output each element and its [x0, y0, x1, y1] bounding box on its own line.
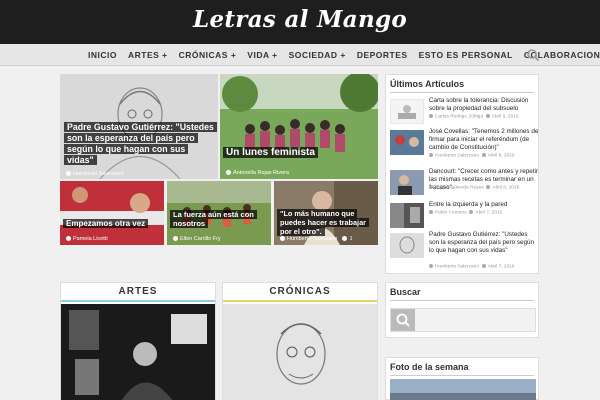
latest-article-item[interactable]: Padre Gustavo Gutiérrez: "Ustedes son la… — [390, 231, 539, 269]
latest-article-item[interactable]: Entre la izquierda y la pared Pablo Cent… — [390, 201, 538, 231]
featured-title[interactable]: "Lo más humano que puedes hacer es traba… — [277, 209, 377, 237]
article-title[interactable]: Entre la izquierda y la pared — [429, 201, 539, 209]
user-icon — [226, 170, 231, 176]
nav-item-artes[interactable]: ARTES + — [128, 50, 168, 60]
user-icon — [429, 114, 433, 118]
article-meta: Carlos Valverde Reyes Abril 8, 2016 — [429, 185, 519, 190]
user-icon — [66, 171, 71, 177]
featured-title[interactable]: Un lunes feminista — [223, 147, 375, 160]
cronicas-image[interactable] — [223, 304, 377, 400]
featured-title[interactable]: La fuerza aún está con nosotros — [170, 210, 270, 229]
category-title[interactable]: ARTES — [61, 286, 215, 297]
featured-article-small-1[interactable]: Empezamos otra vez Pamela Licetti — [60, 181, 164, 245]
featured-author: Antonella Rojas Rivera — [226, 170, 289, 176]
user-icon — [173, 236, 178, 242]
group-photo-image — [220, 74, 378, 179]
search-widget: Buscar — [385, 282, 539, 338]
widget-title: Últimos Artículos — [390, 79, 465, 89]
category-accent-line — [223, 300, 377, 302]
article-title[interactable]: José Covellas: "Tenemos 2 millones de fi… — [429, 128, 539, 153]
featured-author: Humberto Salerzano — [66, 171, 123, 177]
nav-item-esto-es-personal[interactable]: ESTO ES PERSONAL — [419, 50, 513, 60]
featured-article-small-2[interactable]: La fuerza aún está con nosotros Ellen Ca… — [167, 181, 271, 245]
featured-article-main-1[interactable]: Padre Gustavo Gutiérrez: "Ustedes son la… — [60, 74, 218, 179]
user-icon — [429, 210, 433, 214]
photo-of-week-widget: Foto de la semana — [385, 357, 539, 400]
nav-item-cronicas[interactable]: CRÓNICAS + — [179, 50, 237, 60]
clock-icon — [486, 185, 491, 189]
divider — [390, 300, 534, 301]
featured-title[interactable]: Empezamos otra vez — [63, 219, 163, 229]
artes-image[interactable] — [61, 304, 215, 400]
article-title[interactable]: Padre Gustavo Gutiérrez: "Ustedes son la… — [429, 231, 539, 256]
article-thumbnail — [390, 203, 424, 228]
comment-icon — [342, 236, 348, 242]
search-button[interactable] — [391, 309, 415, 331]
featured-author: Ellen Carrillo Fry — [173, 236, 221, 242]
clock-icon — [481, 153, 486, 157]
article-thumbnail — [390, 130, 424, 155]
nav-item-vida[interactable]: VIDA + — [247, 50, 277, 60]
latest-article-item[interactable]: Dancourt: "Crecer como antes y repetir l… — [390, 168, 538, 198]
featured-author: Humberto Salerzano 1 — [280, 236, 353, 242]
user-icon — [429, 185, 433, 189]
featured-title[interactable]: Padre Gustavo Gutiérrez: "Ustedes son la… — [64, 122, 217, 166]
user-icon — [280, 236, 285, 242]
nav-item-sociedad[interactable]: SOCIEDAD + — [289, 50, 346, 60]
widget-title: Foto de la semana — [390, 362, 469, 372]
site-header: Letras al Mango — [0, 0, 600, 44]
clock-icon — [485, 114, 490, 118]
category-title[interactable]: CRÓNICAS — [223, 286, 377, 297]
search-icon[interactable] — [526, 48, 540, 62]
divider — [390, 375, 534, 376]
nav-item-inicio[interactable]: INICIO — [88, 50, 117, 60]
divider — [390, 92, 534, 93]
widget-title: Buscar — [390, 287, 421, 297]
article-thumbnail — [390, 99, 424, 124]
clock-icon — [469, 210, 474, 214]
category-artes: ARTES — [60, 282, 216, 400]
article-meta: Carlos Rodrigo Zúñiga Abril 9, 2016 — [429, 114, 519, 119]
main-nav: INICIO ARTES + CRÓNICAS + VIDA + SOCIEDA… — [0, 44, 600, 66]
article-thumbnail — [390, 170, 424, 195]
search-input[interactable] — [390, 308, 536, 332]
category-accent-line — [61, 300, 215, 302]
photo-of-week-image[interactable] — [390, 379, 536, 400]
user-icon — [66, 236, 71, 242]
latest-article-item[interactable]: Carta sobre la tolerancia: Discusión sob… — [390, 97, 538, 127]
featured-article-main-2[interactable]: Un lunes feminista Antonella Rojas River… — [220, 74, 378, 179]
user-icon — [429, 153, 433, 157]
site-logo[interactable]: Letras al Mango — [0, 6, 600, 33]
article-meta: Humberto Salerzano Abril 8, 2016 — [429, 153, 515, 158]
user-icon — [429, 264, 433, 268]
latest-article-item[interactable]: José Covellas: "Tenemos 2 millones de fi… — [390, 128, 538, 158]
article-thumbnail — [390, 233, 424, 258]
comment-count: 1 — [349, 236, 353, 242]
article-meta: Pablo Centeno Abril 7, 2016 — [429, 210, 502, 215]
featured-article-small-3[interactable]: "Lo más humano que puedes hacer es traba… — [274, 181, 378, 245]
latest-articles-widget: Últimos Artículos Carta sobre la toleran… — [385, 74, 539, 274]
nav-item-deportes[interactable]: DEPORTES — [357, 50, 408, 60]
category-cronicas: CRÓNICAS — [222, 282, 378, 400]
clock-icon — [481, 264, 486, 268]
nav-items: INICIO ARTES + CRÓNICAS + VIDA + SOCIEDA… — [88, 44, 600, 66]
article-meta: Humberto Salerzano Abril 7, 2016 — [429, 264, 515, 269]
article-title[interactable]: Carta sobre la tolerancia: Discusión sob… — [429, 97, 539, 113]
featured-author: Pamela Licetti — [66, 236, 108, 242]
search-icon — [396, 313, 410, 327]
